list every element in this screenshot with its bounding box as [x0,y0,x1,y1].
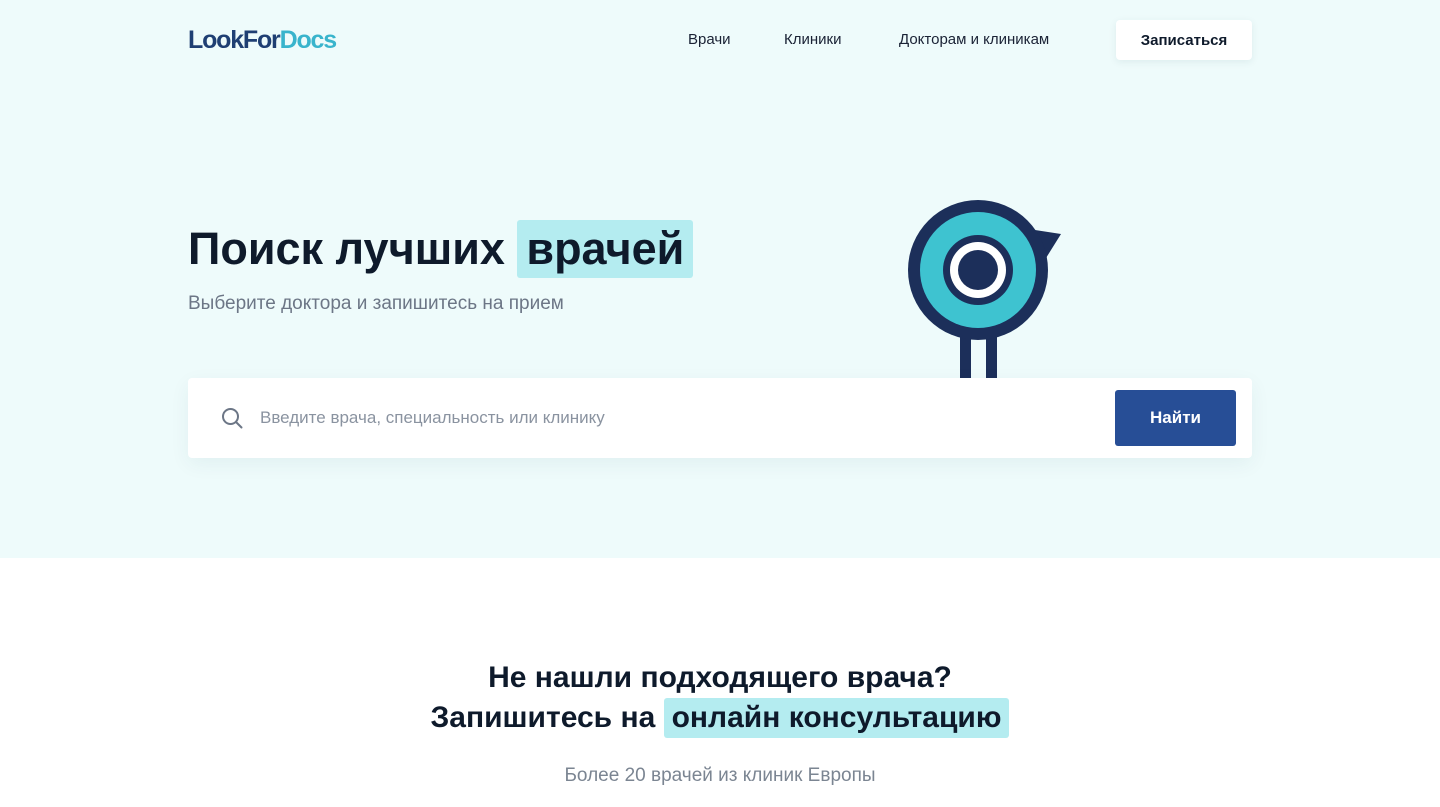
mascot-pupil [958,250,998,290]
hero-section: LookForDocs Врачи Клиники Докторам и кли… [0,0,1440,558]
search-submit-button[interactable]: Найти [1115,390,1236,446]
consult-heading-line2: Запишитесь на онлайн консультацию [0,698,1440,738]
hero-title: Поиск лучших врачей [188,220,694,278]
search-bar: Найти [188,378,1252,458]
consult-heading-plain: Запишитесь на [430,701,656,734]
consult-heading-line1: Не нашли подходящего врача? [488,661,952,694]
online-consultation-section: Не нашли подходящего врача? Запишитесь н… [0,558,1440,807]
logo-text-light: Docs [279,26,338,54]
consult-subtitle: Более 20 врачей из клиник Европы [564,765,876,786]
consult-heading-highlight: онлайн консультацию [663,698,1010,738]
nav-link-clinics[interactable]: Клиники [784,31,841,49]
hero-title-plain: Поиск лучших [188,223,505,274]
site-header: LookForDocs Врачи Клиники Докторам и кли… [188,19,1252,61]
mascot-illustration [908,200,1061,380]
logo-text-dark: LookFor [188,26,281,54]
hero-title-highlight: врачей [517,220,694,278]
search-input[interactable] [260,398,1080,438]
hero-subtitle: Выберите доктора и запишитесь на прием [188,293,564,314]
nav-link-for-doctors-and-clinics[interactable]: Докторам и клиникам [899,31,1049,49]
logo[interactable]: LookForDocs [188,26,338,54]
search-icon [222,408,243,429]
nav-link-doctors[interactable]: Врачи [688,31,731,49]
signup-button[interactable]: Записаться [1116,20,1252,60]
